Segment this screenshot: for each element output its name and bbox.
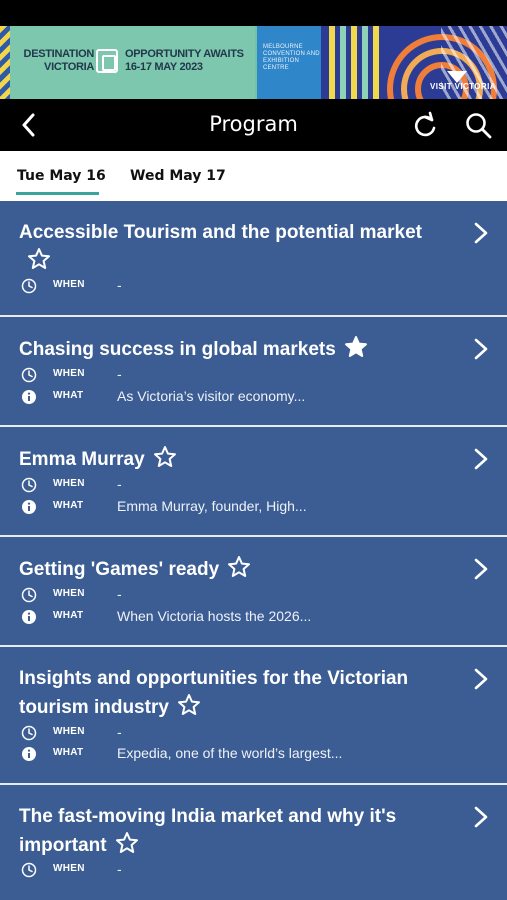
what-label: WHAT (53, 610, 84, 621)
session-title: Accessible Tourism and the potential mar… (19, 219, 449, 276)
refresh-icon (414, 111, 436, 137)
session-card[interactable]: Insights and opportunities for the Victo… (0, 647, 507, 785)
what-label: WHAT (53, 390, 84, 401)
status-bar (0, 0, 507, 26)
session-when: WHEN - (21, 586, 481, 603)
session-when: WHEN - (21, 861, 481, 878)
when-value: - (117, 724, 122, 740)
session-title: Insights and opportunities for the Victo… (19, 665, 449, 722)
when-label: WHEN (53, 863, 85, 874)
banner-tagline: OPPORTUNITY AWAITS 16-17 MAY 2023 (125, 48, 255, 74)
info-icon (22, 500, 36, 514)
clock-icon (21, 278, 37, 294)
refresh-button[interactable] (410, 111, 440, 141)
clock-icon (21, 725, 37, 741)
star-outline-icon[interactable] (227, 555, 251, 579)
banner-stripes (0, 26, 10, 99)
star-outline-icon[interactable] (153, 445, 177, 469)
event-banner[interactable]: DESTINATION VICTORIA OPPORTUNITY AWAITS … (0, 26, 507, 99)
session-what: WHAT Expedia, one of the world’s largest… (21, 745, 481, 762)
banner-tagline-text: OPPORTUNITY AWAITS (125, 48, 244, 60)
session-title: The fast-moving India market and why it'… (19, 803, 449, 860)
chevron-right-icon (474, 558, 488, 580)
session-card[interactable]: Chasing success in global markets WHEN -… (0, 317, 507, 427)
when-value: - (117, 476, 122, 492)
what-label: WHAT (53, 500, 84, 511)
session-card[interactable]: The fast-moving India market and why it'… (0, 785, 507, 900)
navigation-bar: Program (0, 99, 507, 151)
info-icon (22, 747, 36, 761)
session-card[interactable]: Emma Murray WHEN - WHAT Emma Murray, fou… (0, 427, 507, 537)
event-logo-icon (96, 49, 118, 73)
tab-tue-may-16[interactable]: Tue May 16 (17, 168, 106, 184)
star-filled-icon[interactable] (344, 335, 368, 359)
banner-venue: MELBOURNE CONVENTION AND EXHIBITION CENT… (263, 44, 320, 71)
what-value: Expedia, one of the world’s largest... (117, 745, 343, 761)
session-title: Emma Murray (19, 445, 449, 474)
chevron-right-icon (474, 338, 488, 360)
session-when: WHEN - (21, 366, 481, 383)
session-title-text: Accessible Tourism and the potential mar… (19, 222, 422, 243)
session-title-text: Insights and opportunities for the Victo… (19, 668, 409, 718)
session-title-text: Getting 'Games' ready (19, 559, 220, 580)
chevron-right-icon (474, 448, 488, 470)
session-title-text: Chasing success in global markets (19, 339, 336, 360)
info-icon (22, 390, 36, 404)
session-title-text: The fast-moving India market and why it'… (19, 806, 397, 856)
session-title: Getting 'Games' ready (19, 555, 449, 584)
banner-dates: 16-17 MAY 2023 (125, 61, 203, 73)
chevron-right-icon (474, 668, 488, 690)
banner-sponsor: VISIT VICTORIA (430, 82, 496, 91)
tab-wed-may-17[interactable]: Wed May 17 (130, 168, 226, 184)
clock-icon (21, 367, 37, 383)
session-title-text: Emma Murray (19, 449, 145, 470)
star-outline-icon[interactable] (115, 831, 139, 855)
session-card[interactable]: Accessible Tourism and the potential mar… (0, 201, 507, 317)
when-value: - (117, 366, 122, 382)
session-title: Chasing success in global markets (19, 335, 449, 364)
what-value: When Victoria hosts the 2026... (117, 608, 312, 624)
clock-icon (21, 587, 37, 603)
chevron-right-icon (474, 806, 488, 828)
chevron-right-icon (474, 222, 488, 244)
session-when: WHEN - (21, 724, 481, 741)
star-outline-icon[interactable] (27, 247, 51, 271)
when-value: - (117, 277, 122, 293)
session-what: WHAT As Victoria’s visitor economy... (21, 388, 481, 405)
session-when: WHEN - (21, 277, 481, 294)
when-value: - (117, 586, 122, 602)
clock-icon (21, 862, 37, 878)
when-label: WHEN (53, 368, 85, 379)
info-icon (22, 610, 36, 624)
what-value: Emma Murray, founder, High... (117, 498, 307, 514)
selected-tab-indicator (16, 192, 99, 195)
star-outline-icon[interactable] (177, 693, 201, 717)
day-tabs: Tue May 16 Wed May 17 (0, 151, 507, 201)
banner-event-name: DESTINATION VICTORIA (23, 48, 95, 73)
clock-icon (21, 477, 37, 493)
search-icon (466, 113, 492, 139)
what-value: As Victoria’s visitor economy... (117, 388, 306, 404)
session-list[interactable]: Accessible Tourism and the potential mar… (0, 201, 507, 900)
search-button[interactable] (464, 111, 494, 141)
session-what: WHAT When Victoria hosts the 2026... (21, 608, 481, 625)
when-label: WHEN (53, 726, 85, 737)
when-value: - (117, 861, 122, 877)
when-label: WHEN (53, 478, 85, 489)
session-when: WHEN - (21, 476, 481, 493)
what-label: WHAT (53, 747, 84, 758)
session-card[interactable]: Getting 'Games' ready WHEN - WHAT When V… (0, 537, 507, 647)
when-label: WHEN (53, 588, 85, 599)
when-label: WHEN (53, 279, 85, 290)
session-what: WHAT Emma Murray, founder, High... (21, 498, 481, 515)
